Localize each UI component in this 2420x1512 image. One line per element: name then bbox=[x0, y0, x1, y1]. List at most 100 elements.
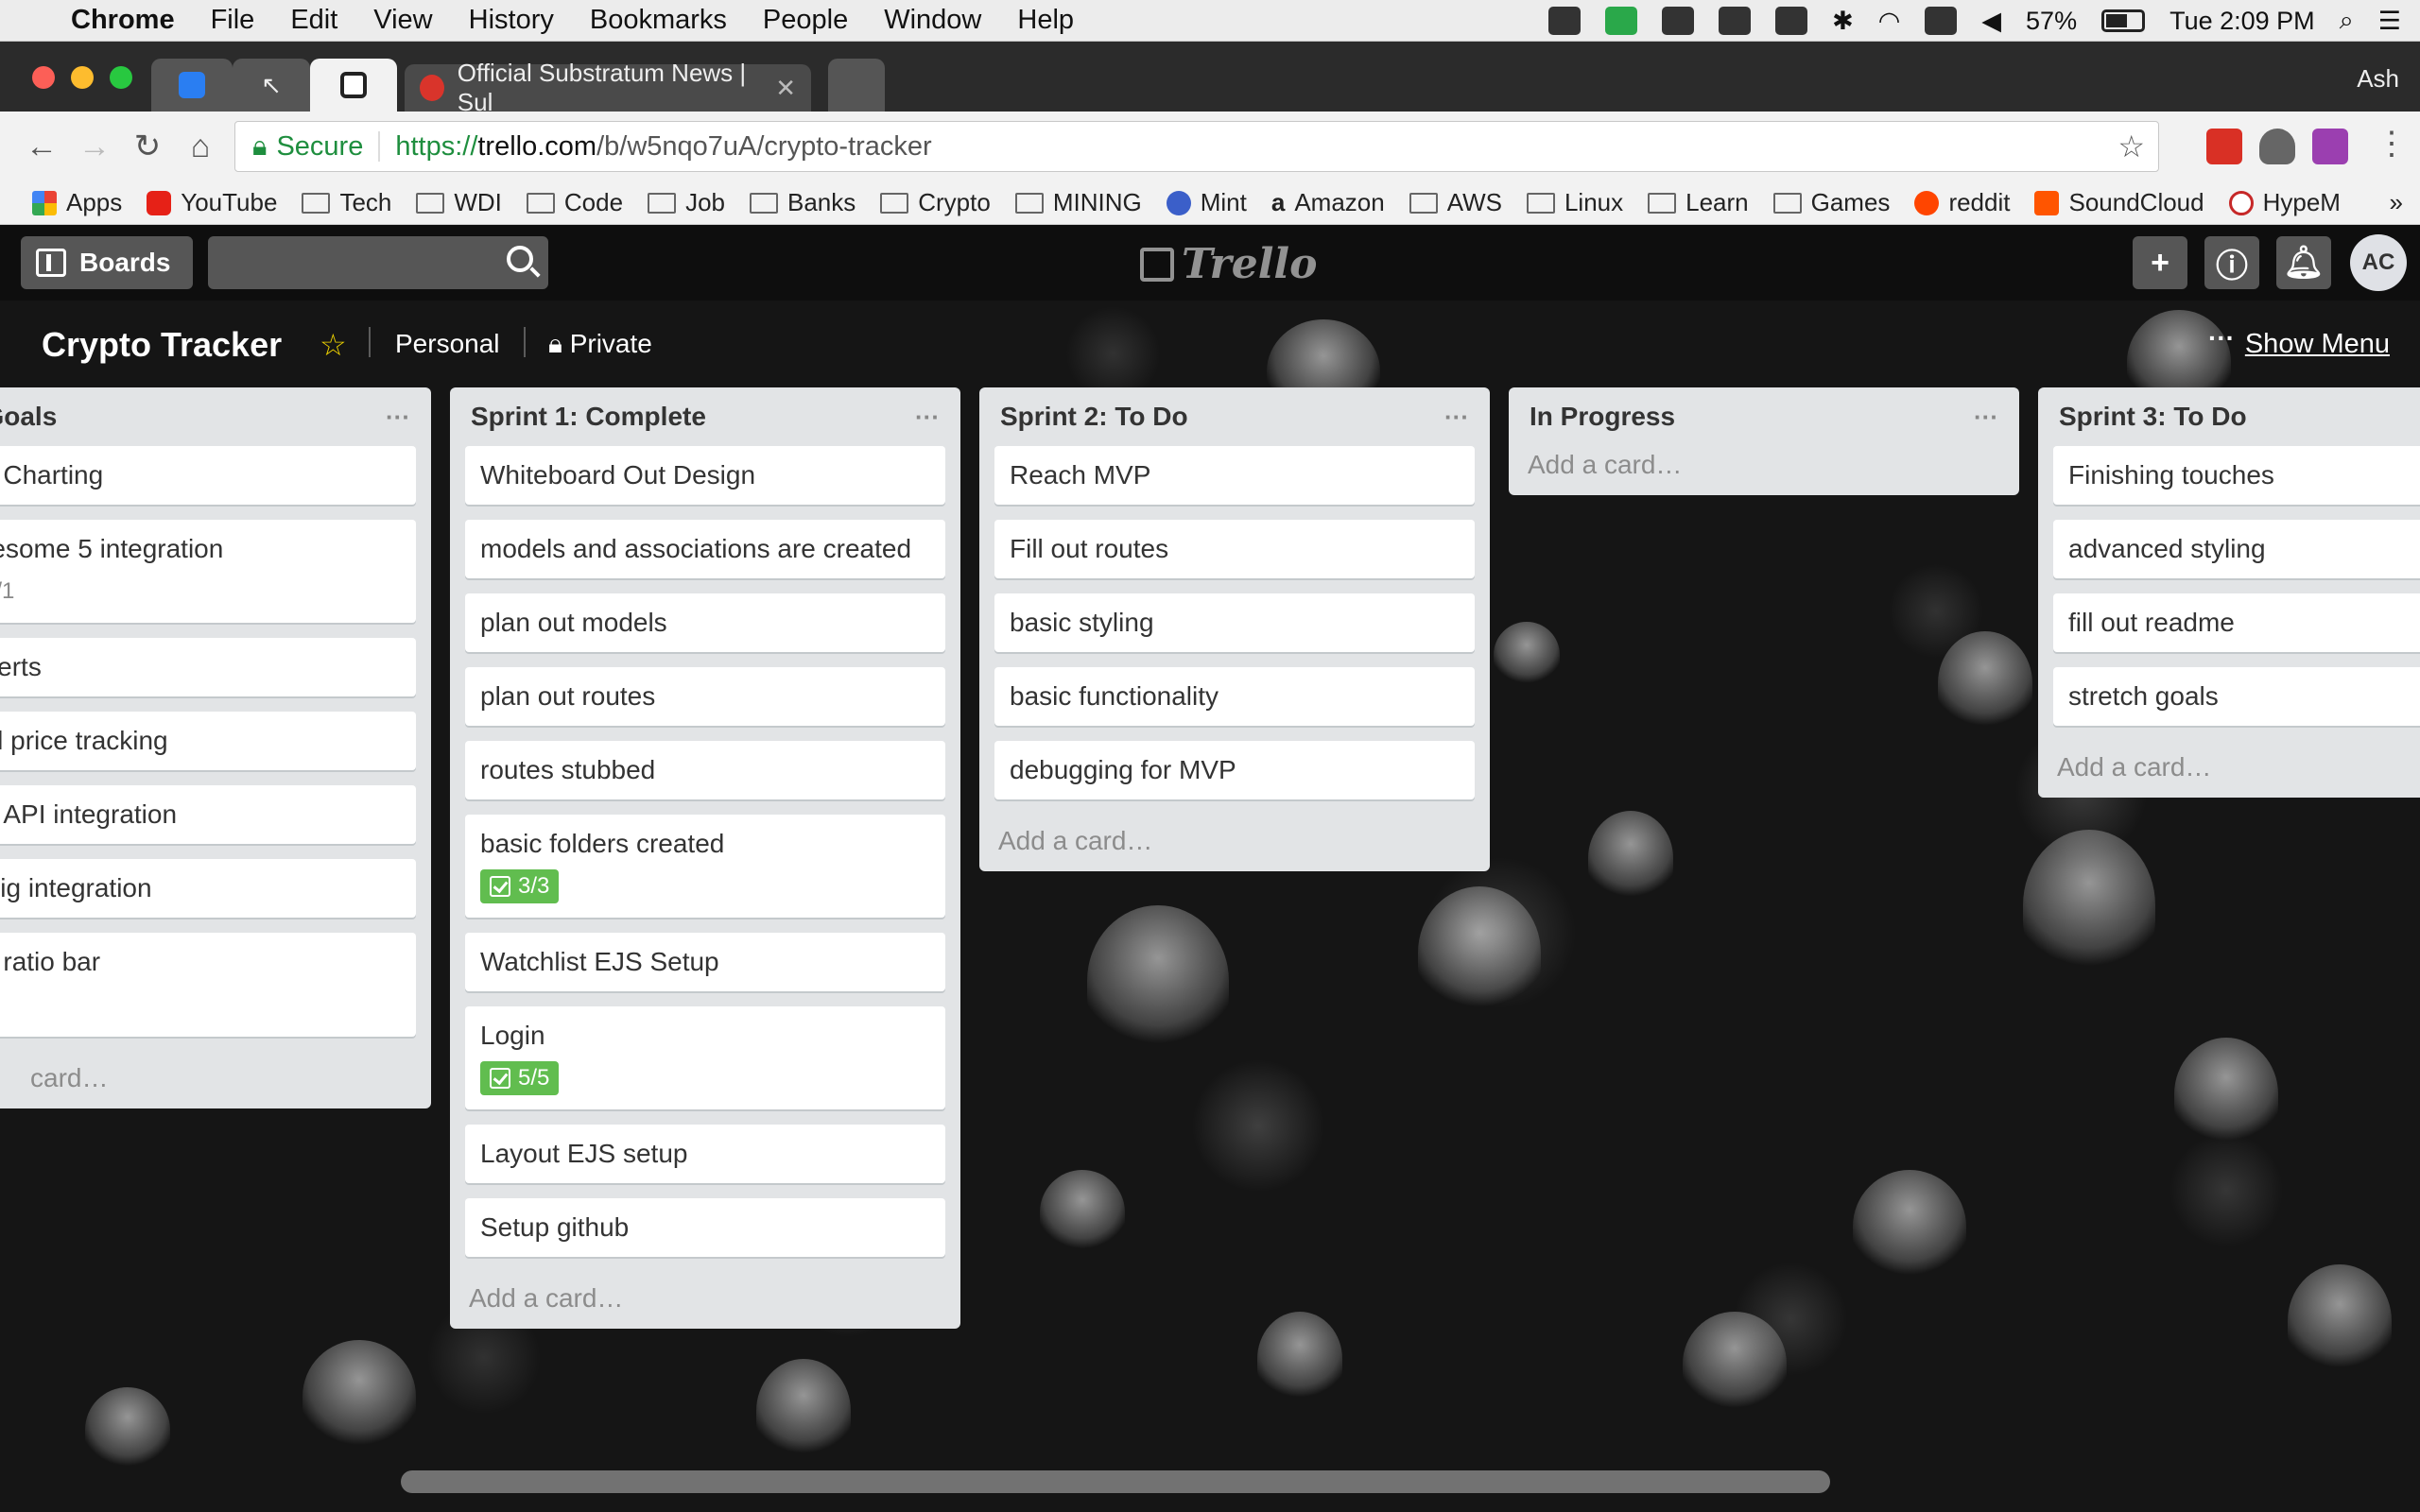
forward-arrow-icon[interactable]: → bbox=[68, 129, 121, 165]
boards-button[interactable]: Boards bbox=[21, 236, 193, 289]
menu-bookmarks[interactable]: Bookmarks bbox=[572, 5, 745, 36]
tab-chart[interactable] bbox=[151, 59, 233, 112]
more-dots-icon[interactable]: ··· bbox=[2208, 323, 2235, 353]
search-icon[interactable] bbox=[507, 246, 533, 272]
trello-logo[interactable]: Trello bbox=[1140, 240, 1318, 288]
list-card[interactable]: ng rig integration bbox=[0, 859, 416, 918]
board-title[interactable]: Crypto Tracker bbox=[42, 325, 282, 365]
show-menu-button[interactable]: Show Menu bbox=[2245, 329, 2390, 360]
list-card[interactable]: advanced styling bbox=[2053, 520, 2420, 578]
add-card-button[interactable]: Add a card… bbox=[1524, 446, 2004, 480]
battery-icon[interactable] bbox=[2101, 9, 2146, 32]
list-menu-icon[interactable]: ··· bbox=[915, 403, 940, 432]
close-window-button[interactable] bbox=[32, 66, 55, 89]
bookmarks-overflow-button[interactable]: » bbox=[2390, 188, 2403, 217]
add-card-button[interactable]: card… bbox=[0, 1052, 416, 1093]
info-icon[interactable]: ⓘ bbox=[2204, 236, 2259, 289]
team-button[interactable]: Personal bbox=[395, 329, 500, 359]
list-menu-icon[interactable]: ··· bbox=[386, 403, 410, 432]
bookmark-linux[interactable]: Linux bbox=[1526, 188, 1623, 217]
bookmark-star-icon[interactable]: ☆ bbox=[2118, 129, 2145, 164]
list-card[interactable]: Fill out routes bbox=[994, 520, 1475, 578]
list-card[interactable]: olio ratio bar bbox=[0, 933, 416, 1037]
menu-view[interactable]: View bbox=[355, 5, 450, 36]
list-card[interactable]: plan out models bbox=[465, 593, 945, 652]
list-card[interactable]: routes stubbed bbox=[465, 741, 945, 799]
bookmark-apps[interactable]: Apps bbox=[32, 188, 122, 217]
list-card[interactable]: nce API integration bbox=[0, 785, 416, 844]
bookmark-tech[interactable]: Tech bbox=[302, 188, 391, 217]
list-card[interactable]: Setup github bbox=[465, 1198, 945, 1257]
tiles-icon[interactable] bbox=[1719, 7, 1752, 35]
list-title[interactable]: ch Goals bbox=[0, 402, 57, 432]
spotlight-search-icon[interactable]: ⌕ bbox=[2340, 6, 2354, 36]
chrome-menu-icon[interactable]: ⋮ bbox=[2365, 125, 2418, 163]
bookmark-wdi[interactable]: WDI bbox=[416, 188, 502, 217]
list-menu-icon[interactable]: ··· bbox=[1444, 403, 1469, 432]
notification-center-icon[interactable]: ☰ bbox=[2378, 7, 2401, 36]
bookmark-soundcloud[interactable]: SoundCloud bbox=[2034, 188, 2204, 217]
list-card[interactable]: Layout EJS setup bbox=[465, 1125, 945, 1183]
shield-icon[interactable] bbox=[1605, 7, 1638, 35]
add-card-button[interactable]: Add a card… bbox=[2053, 741, 2420, 782]
bluetooth-icon[interactable]: ✱ bbox=[1832, 7, 1854, 36]
menu-file[interactable]: File bbox=[193, 5, 273, 36]
tag-icon[interactable] bbox=[1662, 7, 1695, 35]
list-card[interactable]: basic styling bbox=[994, 593, 1475, 652]
tab-pinned[interactable]: ↖ bbox=[233, 59, 310, 112]
list-card[interactable]: Watchlist EJS Setup bbox=[465, 933, 945, 991]
list-card[interactable]: Login 5/5 bbox=[465, 1006, 945, 1109]
list-card[interactable]: debugging for MVP bbox=[994, 741, 1475, 799]
clock[interactable]: Tue 2:09 PM bbox=[2169, 7, 2315, 36]
zoom-window-button[interactable] bbox=[110, 66, 132, 89]
tab-substratum[interactable]: Official Substratum News | Sul ✕ bbox=[405, 59, 811, 116]
menu-edit[interactable]: Edit bbox=[272, 5, 355, 36]
airplay-icon[interactable] bbox=[1925, 7, 1958, 35]
add-card-button[interactable]: Add a card… bbox=[994, 815, 1475, 856]
list-card[interactable]: stretch goals bbox=[2053, 667, 2420, 726]
menu-app-name[interactable]: Chrome bbox=[53, 5, 193, 36]
board-search-input[interactable] bbox=[208, 236, 548, 289]
reload-icon[interactable]: ↻ bbox=[121, 128, 174, 165]
create-plus-button[interactable]: + bbox=[2133, 236, 2187, 289]
onenote-extension-icon[interactable] bbox=[2312, 129, 2348, 164]
list-menu-icon[interactable]: ··· bbox=[1974, 403, 1998, 432]
close-tab-icon[interactable]: ✕ bbox=[775, 74, 796, 103]
calendar-extension-icon[interactable] bbox=[2206, 129, 2242, 164]
menu-help[interactable]: Help bbox=[999, 5, 1092, 36]
list-title[interactable]: Sprint 2: To Do bbox=[1000, 402, 1188, 432]
back-arrow-icon[interactable]: ← bbox=[15, 129, 68, 165]
list-card[interactable]: plan out routes bbox=[465, 667, 945, 726]
list-card[interactable]: basic functionality bbox=[994, 667, 1475, 726]
list-card[interactable]: Whiteboard Out Design bbox=[465, 446, 945, 505]
pocket-extension-icon[interactable] bbox=[2259, 129, 2295, 164]
home-icon[interactable]: ⌂ bbox=[174, 129, 227, 165]
avatar[interactable]: AC bbox=[2350, 234, 2407, 291]
status-app-icon[interactable] bbox=[1548, 7, 1582, 35]
menu-history[interactable]: History bbox=[451, 5, 572, 36]
list-title[interactable]: In Progress bbox=[1530, 402, 1675, 432]
list-card[interactable]: Finishing touches bbox=[2053, 446, 2420, 505]
list-title[interactable]: Sprint 3: To Do bbox=[2059, 402, 2247, 432]
bookmark-reddit[interactable]: reddit bbox=[1914, 188, 2010, 217]
tab-trello[interactable] bbox=[310, 59, 397, 112]
list-card[interactable]: basic folders created 3/3 bbox=[465, 815, 945, 918]
list-card[interactable]: Awesome 5 integration 0/1 bbox=[0, 520, 416, 623]
bookmark-banks[interactable]: Banks bbox=[749, 188, 856, 217]
list-card[interactable]: Reach MVP bbox=[994, 446, 1475, 505]
add-card-button[interactable]: Add a card… bbox=[465, 1272, 945, 1314]
bookmark-crypto[interactable]: Crypto bbox=[880, 188, 991, 217]
elephant-icon[interactable] bbox=[1775, 7, 1808, 35]
menu-window[interactable]: Window bbox=[866, 5, 999, 36]
list-card[interactable]: olio Charting bbox=[0, 446, 416, 505]
minimize-window-button[interactable] bbox=[71, 66, 94, 89]
list-title[interactable]: Sprint 1: Complete bbox=[471, 402, 706, 432]
menu-people[interactable]: People bbox=[745, 5, 866, 36]
board-horizontal-scrollbar[interactable] bbox=[401, 1470, 1830, 1493]
bookmark-learn[interactable]: Learn bbox=[1648, 188, 1749, 217]
new-tab-button[interactable] bbox=[828, 59, 885, 112]
profile-name[interactable]: Ash bbox=[2357, 64, 2399, 94]
wifi-icon[interactable]: ◠ bbox=[1878, 7, 1901, 36]
bookmark-hypem[interactable]: HypeM bbox=[2228, 188, 2341, 217]
bookmark-job[interactable]: Job bbox=[648, 188, 725, 217]
